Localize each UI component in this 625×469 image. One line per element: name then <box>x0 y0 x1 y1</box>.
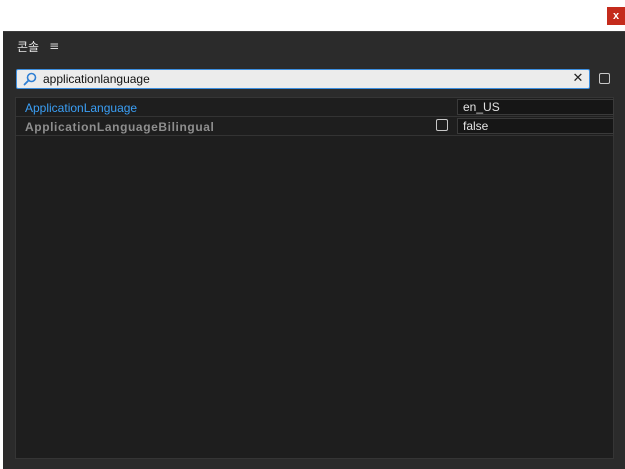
console-panel: 콘솔 ≡ ✕ ApplicationLanguage ApplicationLa… <box>3 31 625 469</box>
list-item: ApplicationLanguageBilingual <box>16 117 614 136</box>
hamburger-menu-icon[interactable]: ≡ <box>49 39 59 53</box>
list-item: ApplicationLanguage <box>16 98 614 117</box>
setting-name-label: ApplicationLanguageBilingual <box>25 120 215 134</box>
panel-title: 콘솔 <box>17 39 40 54</box>
setting-checkbox[interactable] <box>436 119 448 131</box>
setting-name-link[interactable]: ApplicationLanguage <box>25 101 225 115</box>
search-box[interactable]: ✕ <box>16 69 590 89</box>
close-button[interactable]: x <box>607 7 625 25</box>
clear-search-icon[interactable]: ✕ <box>571 71 585 87</box>
setting-value-field[interactable] <box>457 99 614 115</box>
search-option-checkbox[interactable] <box>599 73 610 84</box>
results-list: ApplicationLanguage ApplicationLanguageB… <box>15 97 614 459</box>
search-input[interactable] <box>43 71 563 87</box>
window-titlebar: x <box>0 0 625 31</box>
search-icon <box>23 72 37 86</box>
setting-value-field[interactable] <box>457 118 614 134</box>
panel-header: 콘솔 ≡ <box>17 37 59 55</box>
